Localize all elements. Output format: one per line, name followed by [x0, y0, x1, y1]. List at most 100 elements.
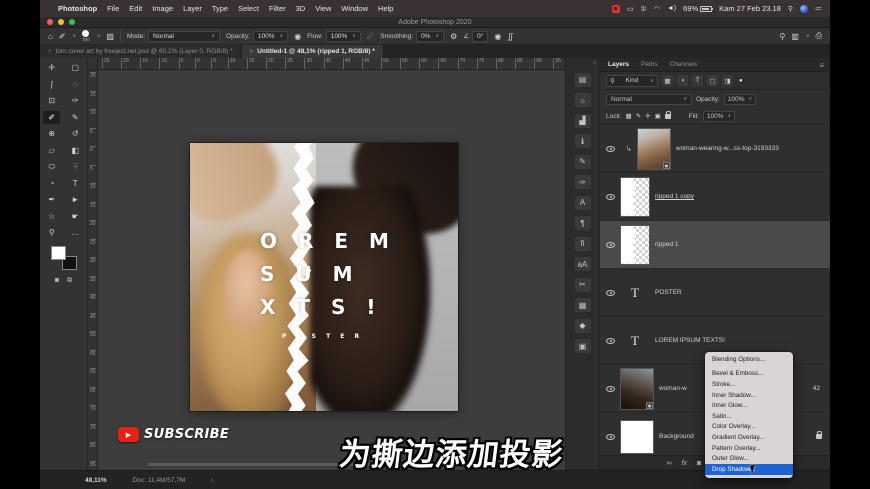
type-tool[interactable]: T — [67, 177, 84, 190]
marquee-tool[interactable]: ▢ — [67, 61, 84, 74]
object-selection-tool[interactable]: ◌ — [67, 78, 84, 91]
menu-item-inner-glow[interactable]: Inner Glow... — [705, 400, 793, 411]
collapse-panels-icon[interactable]: » — [593, 60, 596, 66]
status-chevron-icon[interactable]: › — [211, 477, 213, 484]
filter-adjustment-layers-icon[interactable]: ◑ — [677, 75, 688, 86]
canvas-area[interactable]: 25 20 15 10 5 0 5 10 15 20 25 30 35 40 45 50 55 60 65 70 75 8… — [88, 58, 565, 470]
move-tool[interactable]: ✛ — [43, 61, 60, 74]
layer-opacity-select[interactable]: 100% ∨ — [723, 93, 757, 105]
pen-tool[interactable]: ✒ — [43, 193, 60, 206]
spotlight-icon[interactable]: ⚲ — [788, 5, 793, 13]
filter-toggle-icon[interactable]: ● — [739, 78, 743, 84]
lock-transparency-icon[interactable]: ▦ — [626, 112, 632, 120]
layer-name[interactable]: ripped 1 — [655, 241, 679, 248]
layer-name[interactable]: Background — [659, 433, 694, 440]
menu-item-bevel-emboss[interactable]: Bevel & Emboss... — [705, 369, 793, 380]
menu-item-blending-options[interactable]: Blending Options... — [705, 354, 793, 365]
link-layers-icon[interactable]: ∞ — [667, 460, 672, 467]
tab-channels[interactable]: Channels — [670, 61, 697, 68]
document-tab-inactive[interactable]: × torn cover art by freeject.net.psd @ 6… — [40, 45, 242, 58]
filter-kind-select[interactable]: ⚲ Kind ∨ — [606, 74, 658, 87]
menu-file[interactable]: File — [107, 4, 119, 13]
layer-name[interactable]: woman-wearing-w...ss-top-3193333 — [676, 145, 779, 152]
hand-tool[interactable]: ☛ — [67, 210, 84, 223]
layer-name[interactable]: LOREM IPSUM TEXTS! — [655, 337, 725, 344]
layer-thumbnail[interactable] — [620, 224, 650, 265]
clone-source-panel-icon[interactable]: ✑ — [574, 175, 591, 189]
menubar-clock[interactable]: Kam 27 Feb 23.18 — [719, 4, 781, 13]
layer-visibility-icon[interactable] — [606, 145, 615, 152]
layer-style-fx-icon[interactable]: fx — [682, 460, 687, 467]
menu-edit[interactable]: Edit — [129, 4, 142, 13]
menu-item-stroke[interactable]: Stroke... — [705, 379, 793, 390]
menu-select[interactable]: Select — [238, 4, 259, 13]
menu-filter[interactable]: Filter — [269, 4, 286, 13]
menu-window[interactable]: Window — [341, 4, 368, 13]
history-brush-tool[interactable]: ↺ — [67, 127, 84, 140]
foreground-color-swatch[interactable] — [50, 245, 66, 260]
layer-visibility-icon[interactable] — [606, 289, 615, 296]
tab-layers[interactable]: Layers — [608, 61, 629, 68]
symmetry-butterfly-icon[interactable]: ∬ — [507, 32, 513, 41]
smoothing-select[interactable]: 0% ∨ — [416, 30, 445, 42]
opacity-select[interactable]: 100% ∨ — [252, 30, 289, 42]
menu-item-gradient-overlay[interactable]: Gradient Overlay... — [705, 432, 793, 443]
panel-menu-icon[interactable]: ≡ — [819, 61, 824, 70]
blend-mode-select[interactable]: Normal ∨ — [148, 30, 221, 42]
brush-panel-toggle-icon[interactable]: ▨ — [106, 32, 114, 41]
close-tab-icon[interactable]: × — [250, 49, 254, 55]
swatches-panel-icon[interactable]: ▤ — [574, 72, 591, 87]
horizontal-ruler[interactable]: 25 20 15 10 5 0 5 10 15 20 25 30 35 40 45 50 55 60 65 70 75 8… — [98, 58, 565, 70]
ruler-origin-corner[interactable] — [88, 58, 98, 70]
smudge-tool[interactable]: ☟ — [67, 160, 84, 173]
menu-item-satin[interactable]: Satin... — [705, 411, 793, 422]
volume-icon[interactable]: ◄) — [667, 5, 676, 12]
layer-thumbnail[interactable]: ▣ — [620, 367, 654, 410]
shapes-panel-icon[interactable]: ◆ — [574, 318, 591, 333]
layer-thumbnail[interactable]: ▣ — [636, 127, 671, 170]
layer-visibility-icon[interactable] — [606, 337, 615, 344]
siri-icon[interactable] — [800, 4, 808, 13]
menu-item-drop-shadow[interactable]: Drop Shadow... — [705, 463, 793, 475]
layer-row-ripped-1-copy[interactable]: ripped 1 copy — [600, 173, 830, 221]
display-icon[interactable]: ▭ — [627, 5, 634, 13]
gradient-tool[interactable]: ◧ — [67, 144, 84, 157]
path-select-tool[interactable]: ► — [67, 193, 84, 206]
info-panel-icon[interactable]: ℹ — [574, 134, 591, 148]
lock-pixels-icon[interactable]: ✎ — [636, 112, 641, 120]
eyedropper-tool[interactable]: ✑ — [67, 94, 84, 107]
character-panel-icon[interactable]: A — [574, 195, 591, 210]
flow-select[interactable]: 100% ∨ — [325, 30, 361, 42]
layer-name[interactable]: woman-w — [659, 385, 687, 392]
layer-visibility-icon[interactable] — [606, 193, 615, 200]
scissors-panel-icon[interactable]: ✂ — [574, 277, 591, 292]
brush-tool-preset-icon[interactable]: ✐ — [59, 32, 66, 41]
vertical-ruler[interactable]: 20 15 10 5 0 5 10 15 20 25 30 35 40 45 50 55 60 65 70 75 80 8… — [88, 70, 98, 470]
layer-blend-mode-select[interactable]: Normal ∨ — [606, 93, 692, 105]
keystroke-icon[interactable]: ① — [640, 5, 646, 13]
menu-item-outer-glow[interactable]: Outer Glow... — [705, 453, 793, 464]
angle-input[interactable]: 0° — [472, 30, 489, 42]
brush-tool[interactable]: ✐ — [43, 110, 61, 124]
libraries-panel-icon[interactable]: ▣ — [574, 339, 591, 353]
layer-thumbnail[interactable] — [620, 419, 654, 454]
menu-item-color-overlay[interactable]: Color Overlay... — [705, 422, 793, 433]
workspace-switcher-icon[interactable]: ▥ — [791, 32, 799, 41]
filter-shape-layers-icon[interactable]: ▢ — [707, 75, 718, 86]
lasso-tool[interactable]: ʃ — [43, 78, 60, 91]
airbrush-icon[interactable]: ☄ — [367, 32, 374, 41]
menu-type[interactable]: Type — [212, 4, 228, 13]
search-icon[interactable]: ⚲ — [780, 32, 786, 41]
menu-item-pattern-overlay[interactable]: Pattern Overlay... — [705, 443, 793, 454]
filter-pixel-layers-icon[interactable]: ▦ — [662, 75, 673, 86]
zoom-tool[interactable]: ⚲ — [43, 226, 60, 239]
background-lock-icon[interactable] — [816, 431, 822, 439]
layer-row-ripped-1[interactable]: ripped 1 — [600, 221, 830, 269]
menu-photoshop[interactable]: Photoshop — [58, 4, 97, 13]
layer-thumbnail[interactable] — [620, 176, 650, 217]
layer-visibility-icon[interactable] — [606, 433, 615, 440]
filter-type-layers-icon[interactable]: T — [692, 75, 703, 86]
menu-3d[interactable]: 3D — [296, 4, 306, 13]
document-tab-active[interactable]: × Untitled-1 @ 48,1% (ripped 1, RGB/8) * — [241, 45, 384, 58]
menu-image[interactable]: Image — [152, 4, 173, 13]
